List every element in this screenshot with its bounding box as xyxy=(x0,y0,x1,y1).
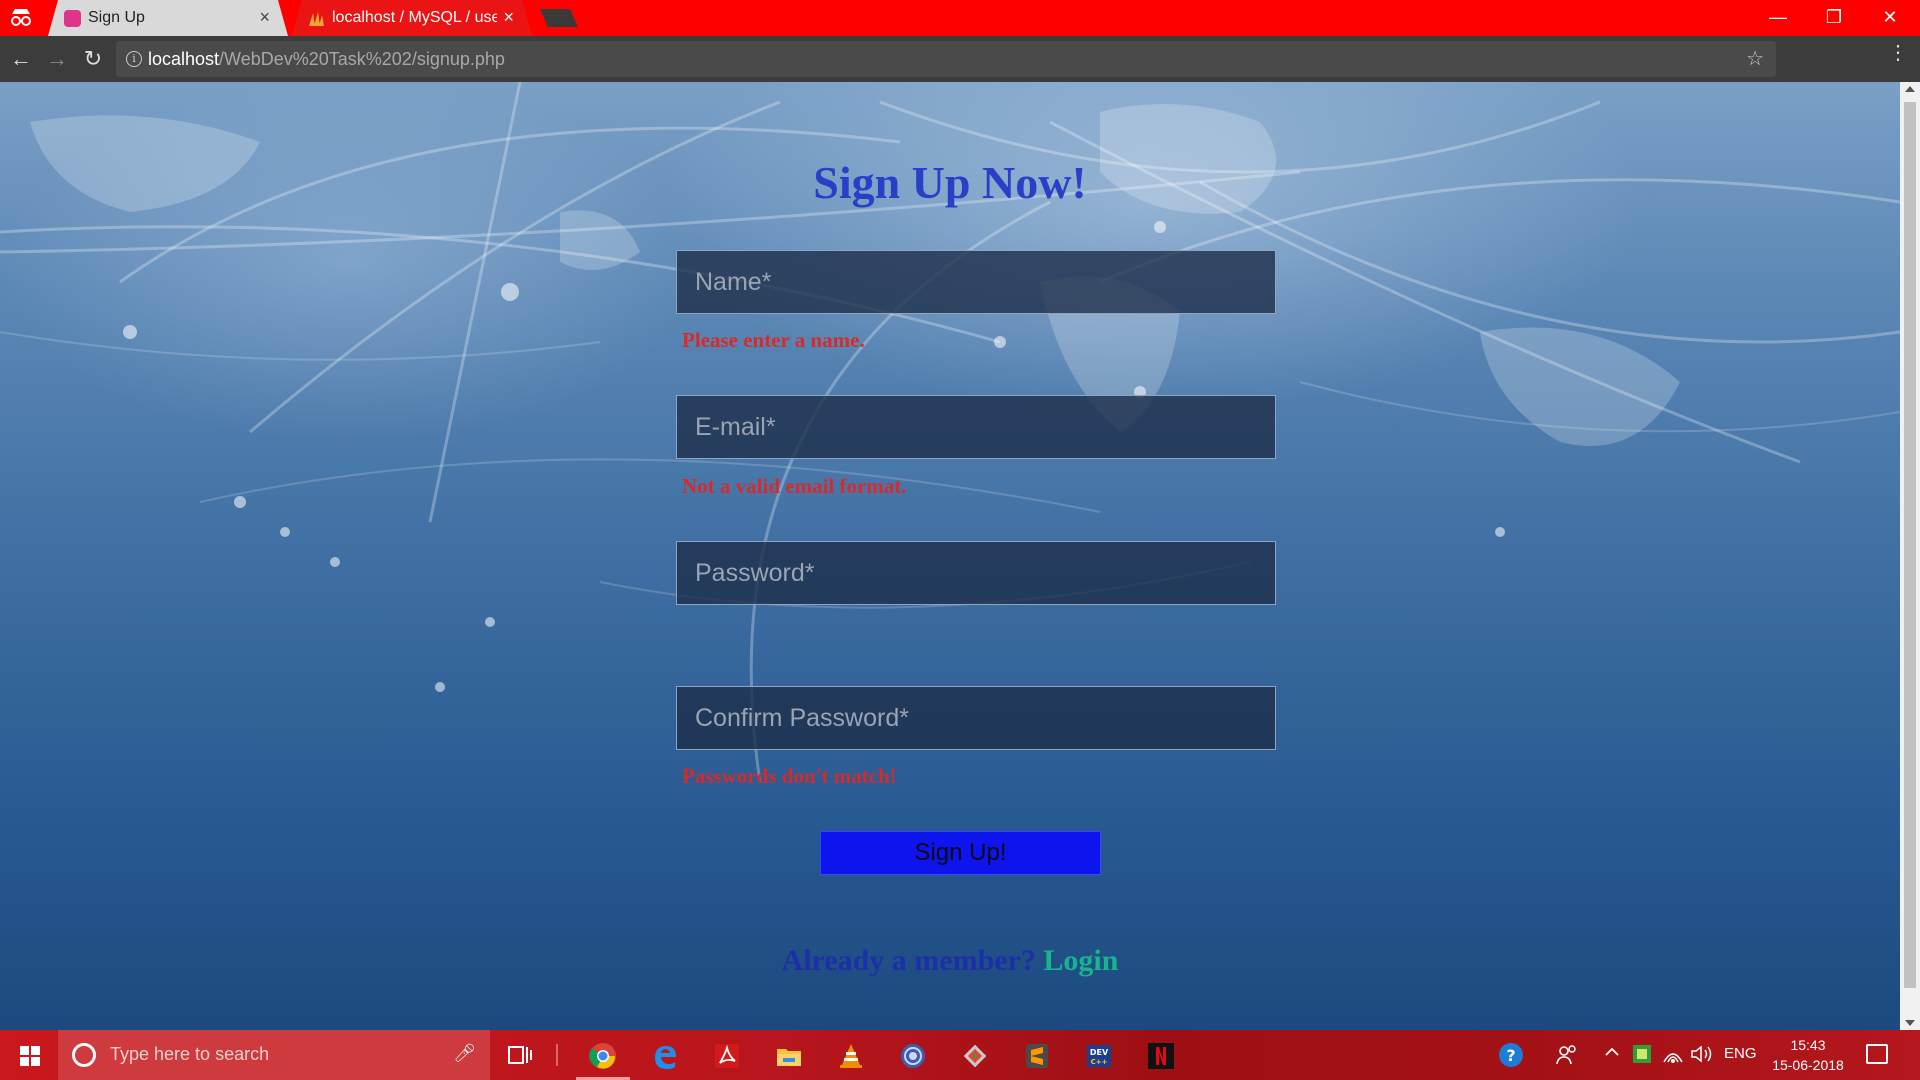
people-icon[interactable] xyxy=(1556,1044,1578,1071)
system-clock[interactable]: 15:43 15-06-2018 xyxy=(1768,1035,1848,1075)
help-icon[interactable]: ? xyxy=(1498,1042,1524,1073)
new-tab-button[interactable] xyxy=(540,9,578,27)
volume-icon[interactable] xyxy=(1690,1044,1714,1069)
tab-phpmyadmin[interactable]: localhost / MySQL / users × xyxy=(292,0,532,36)
tab-title: Sign Up xyxy=(88,9,145,26)
svg-text:?: ? xyxy=(1506,1046,1515,1065)
close-tab-icon[interactable]: × xyxy=(259,7,270,27)
confirm-password-error-message: Passwords don't match! xyxy=(682,764,897,788)
restore-icon[interactable]: ❐ xyxy=(1814,4,1854,30)
back-arrow-icon[interactable]: ← xyxy=(8,46,34,72)
app-icon[interactable] xyxy=(882,1030,944,1080)
name-field[interactable] xyxy=(676,250,1276,314)
cortana-icon[interactable] xyxy=(72,1043,96,1067)
email-field[interactable] xyxy=(676,395,1276,459)
task-view-icon[interactable] xyxy=(506,1043,534,1067)
browser-menu-icon[interactable]: ⋮ xyxy=(1888,43,1908,63)
forward-arrow-icon[interactable]: → xyxy=(44,46,70,72)
signup-favicon-icon xyxy=(64,10,81,27)
chrome-icon[interactable] xyxy=(572,1030,634,1080)
tray-app-icon[interactable] xyxy=(1632,1044,1652,1069)
url-text[interactable]: localhost/WebDev%20Task%202/signup.php xyxy=(148,49,505,70)
login-question: Already a member? xyxy=(781,944,1036,977)
sign-up-button[interactable]: Sign Up! xyxy=(820,831,1101,875)
sublime-text-icon[interactable] xyxy=(1006,1030,1068,1080)
bookmark-star-icon[interactable]: ☆ xyxy=(1746,46,1764,71)
page-title: Sign Up Now! xyxy=(813,157,1087,208)
start-button[interactable] xyxy=(0,1030,58,1080)
tab-title: localhost / MySQL / users xyxy=(332,9,497,26)
wifi-icon[interactable] xyxy=(1662,1044,1684,1069)
svg-text:C++: C++ xyxy=(1091,1058,1108,1066)
site-info-icon[interactable]: i xyxy=(126,51,142,67)
page-scrollbar[interactable] xyxy=(1900,82,1920,1030)
taskbar-search-box[interactable]: Type here to search 🎤︎ xyxy=(58,1030,490,1080)
acrobat-icon[interactable] xyxy=(696,1030,758,1080)
windows-logo-icon xyxy=(20,1046,40,1066)
close-window-icon[interactable]: ✕ xyxy=(1870,4,1910,30)
phpmyadmin-favicon-icon xyxy=(309,12,324,26)
file-explorer-icon[interactable] xyxy=(758,1030,820,1080)
search-placeholder: Type here to search xyxy=(110,1044,270,1064)
language-indicator[interactable]: ENG xyxy=(1724,1045,1757,1062)
browser-toolbar: ← → ↻ i localhost/WebDev%20Task%202/sign… xyxy=(0,36,1920,82)
action-center-icon[interactable] xyxy=(1866,1044,1888,1064)
windows-taskbar: Type here to search 🎤︎ DEV C++ ? ENG 15:… xyxy=(0,1030,1920,1080)
scroll-up-icon[interactable] xyxy=(1905,86,1915,92)
clock-time: 15:43 xyxy=(1790,1037,1826,1053)
name-error-message: Please enter a name. xyxy=(682,328,865,352)
reload-icon[interactable]: ↻ xyxy=(80,46,106,72)
svg-text:DEV: DEV xyxy=(1090,1048,1109,1057)
chevron-up-icon[interactable] xyxy=(1604,1044,1620,1065)
minimize-icon[interactable]: — xyxy=(1758,4,1798,30)
git-icon[interactable] xyxy=(944,1030,1006,1080)
confirm-password-field[interactable] xyxy=(676,686,1276,750)
browser-title-bar: Sign Up × localhost / MySQL / users × — … xyxy=(0,0,1920,36)
netflix-icon[interactable] xyxy=(1130,1030,1192,1080)
close-tab-icon[interactable]: × xyxy=(503,7,514,27)
edge-icon[interactable] xyxy=(634,1030,696,1080)
clock-date: 15-06-2018 xyxy=(1772,1057,1844,1073)
email-error-message: Not a valid email format. xyxy=(682,474,907,498)
microphone-icon[interactable]: 🎤︎ xyxy=(453,1043,476,1064)
login-link[interactable]: Login xyxy=(1043,944,1118,977)
tab-sign-up[interactable]: Sign Up × xyxy=(48,0,288,36)
scroll-thumb[interactable] xyxy=(1904,102,1916,988)
vlc-icon[interactable] xyxy=(820,1030,882,1080)
taskbar-separator xyxy=(556,1044,558,1066)
address-bar[interactable]: i localhost/WebDev%20Task%202/signup.php… xyxy=(116,41,1776,77)
password-field[interactable] xyxy=(676,541,1276,605)
login-prompt: Already a member? Login xyxy=(0,944,1900,978)
scroll-down-icon[interactable] xyxy=(1905,1020,1915,1026)
incognito-icon xyxy=(11,9,31,26)
page-viewport: Sign Up Now! Please enter a name. Not a … xyxy=(0,82,1900,1030)
devcpp-icon[interactable]: DEV C++ xyxy=(1068,1030,1130,1080)
